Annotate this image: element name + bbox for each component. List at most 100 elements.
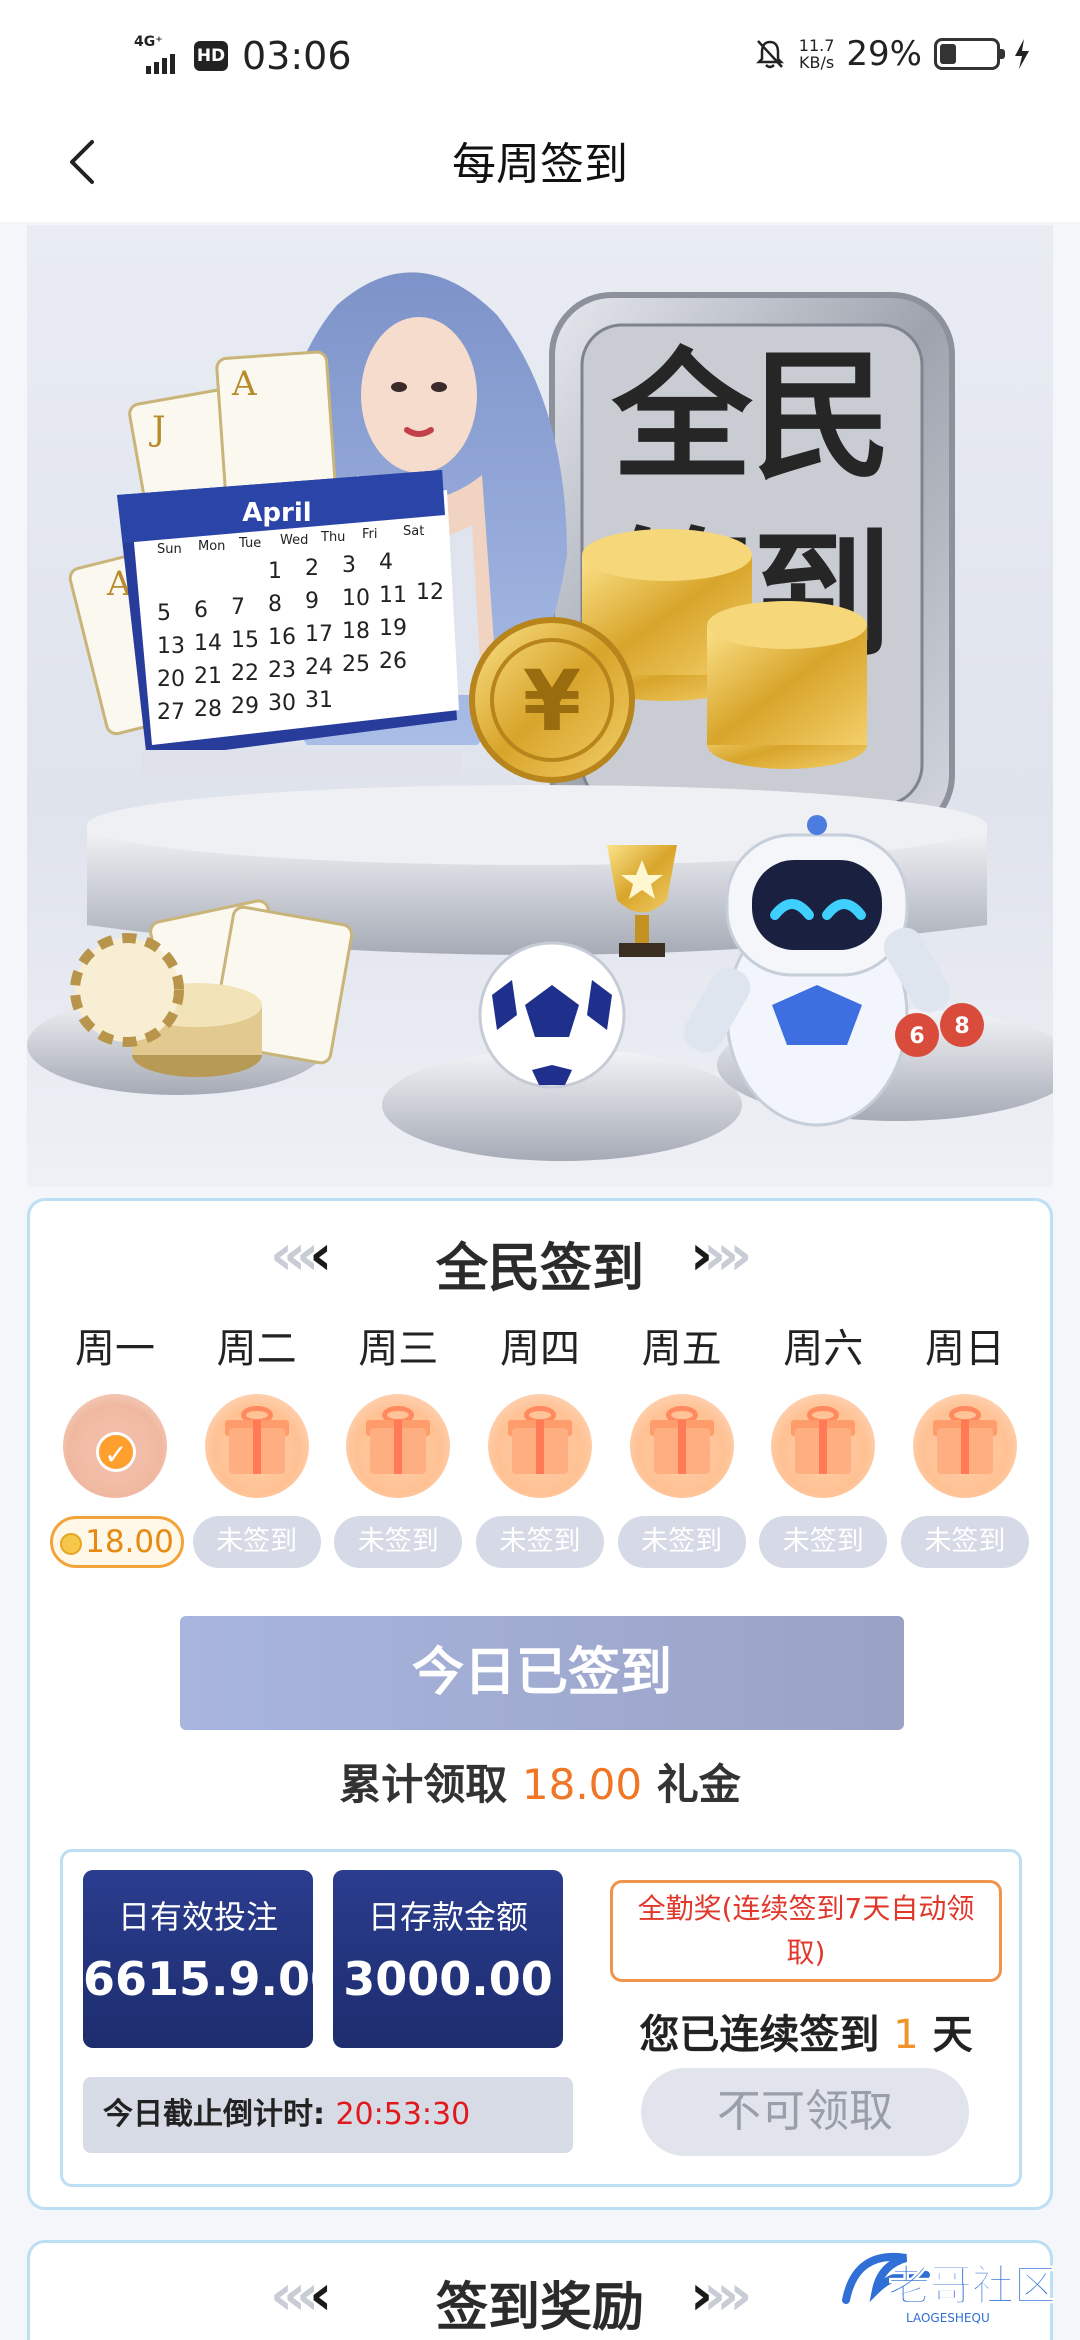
gift-box-icon	[487, 1394, 592, 1498]
daily-bet-label: 日有效投注	[117, 1898, 278, 1936]
speed-unit: KB/s	[799, 53, 835, 72]
daily-deposit-value: 3000.00	[343, 1952, 553, 2006]
day-label: 周三	[358, 1326, 439, 1372]
daily-deposit-label: 日存款金额	[367, 1898, 528, 1936]
calendar-day: 10	[342, 586, 370, 611]
navigation-bar: 每周签到	[0, 110, 1080, 222]
day-monday[interactable]: 周一 ✓ 18.00	[50, 1316, 184, 1568]
day-status-badge: 未签到	[334, 1516, 463, 1568]
lottery-ball-2: 8	[954, 1014, 969, 1039]
calendar-day: 8	[268, 592, 282, 617]
status-bar: 4G⁺ HD 03:06 11.7 KB/s 29%	[0, 0, 1080, 110]
status-time: 03:06	[242, 34, 352, 78]
banner-headline-1: 全民	[611, 336, 892, 499]
calendar-weekday: Fri	[362, 527, 378, 542]
battery-icon	[934, 38, 1005, 70]
svg-text:J: J	[149, 409, 166, 449]
countdown-value: 20:53:30	[335, 2097, 471, 2132]
daily-bet-card: 日有效投注 6615.9.00	[83, 1870, 313, 2048]
banner-illustration: 全民 签到 A J A April SunMonTueWedTh	[27, 272, 1053, 1161]
network-type: 4G⁺	[134, 34, 163, 50]
signed-today-button[interactable]: 今日已签到	[180, 1616, 904, 1730]
day-wednesday[interactable]: 周三 未签到	[333, 1316, 463, 1568]
calendar-day: 24	[305, 655, 333, 680]
total-prefix: 累计领取	[339, 1760, 508, 1809]
calendar-weekday: Sat	[403, 524, 424, 539]
calendar-weekday: Thu	[320, 530, 345, 545]
svg-text:A: A	[231, 364, 257, 404]
calendar-day: 9	[305, 589, 319, 614]
calendar-day: 15	[231, 628, 259, 653]
rewards-right-arrows-icon: ››››	[690, 2263, 752, 2328]
day-reward-badge: 18.00	[50, 1516, 184, 1568]
total-suffix: 礼金	[656, 1760, 741, 1809]
lottery-ball-1: 6	[909, 1024, 924, 1049]
watermark-text: 老哥社区	[888, 2261, 1056, 2310]
total-claimed-summary: 累计领取 18.00 礼金	[30, 1751, 1050, 1812]
silent-mode-icon	[755, 40, 784, 69]
calendar-day: 4	[379, 550, 393, 575]
countdown-bar: 今日截止倒计时: 20:53:30	[83, 2077, 573, 2153]
calendar-day: 29	[231, 694, 259, 719]
watermark-subtext: LAOGESHEQU	[906, 2311, 990, 2325]
calendar-day: 16	[268, 625, 296, 650]
streak-summary: 您已连续签到 1 天	[610, 2002, 1002, 2060]
calendar-weekday: Wed	[280, 533, 308, 548]
calendar-day: 17	[305, 622, 333, 647]
status-right: 11.7 KB/s 29%	[753, 34, 1032, 74]
calendar-day: 31	[305, 688, 333, 713]
checkmark-icon: ✓	[96, 1432, 136, 1472]
day-label: 周二	[216, 1326, 297, 1372]
day-status-badge: 未签到	[900, 1516, 1029, 1568]
day-sunday[interactable]: 周日 未签到	[900, 1316, 1030, 1568]
calendar-day: 30	[268, 691, 296, 716]
battery-percentage: 29%	[846, 34, 922, 74]
calendar-day: 20	[157, 667, 185, 692]
charging-icon	[1015, 39, 1029, 69]
calendar-day: 2	[305, 556, 319, 581]
calendar-day: 11	[379, 583, 407, 608]
day-label: 周一	[75, 1326, 155, 1372]
title-right-arrows-icon: ››››	[690, 1223, 752, 1288]
day-thursday[interactable]: 周四 未签到	[475, 1316, 605, 1568]
calendar-day: 27	[157, 700, 185, 725]
day-friday[interactable]: 周五 未签到	[617, 1316, 747, 1568]
calendar-day: 22	[231, 661, 259, 686]
stats-panel: 日有效投注 6615.9.00 日存款金额 3000.00 今日截止倒计时: 2…	[60, 1849, 1022, 2187]
svg-text:¥: ¥	[523, 652, 581, 750]
calendar-day: 7	[231, 595, 245, 620]
day-saturday[interactable]: 周六 未签到	[758, 1316, 888, 1568]
calendar-weekday: Sun	[157, 542, 182, 557]
gift-box-icon	[629, 1394, 734, 1498]
calendar-day: 21	[194, 664, 222, 689]
cellular-signal-icon: 4G⁺	[134, 32, 190, 80]
calendar-day: 19	[379, 616, 407, 641]
day-label: 周日	[924, 1326, 1005, 1372]
calendar-weekday: Tue	[238, 536, 261, 551]
streak-value: 1	[893, 2012, 919, 2058]
calendar-day: 12	[416, 580, 444, 605]
day-status-badge: 未签到	[192, 1516, 321, 1568]
promo-banner: 全民 签到 A J A April SunMonTueWedTh	[27, 225, 1053, 1187]
calendar-day: 5	[157, 601, 171, 626]
total-value: 18.00	[521, 1760, 643, 1809]
gift-box-icon	[912, 1394, 1017, 1498]
gift-box-icon	[346, 1394, 451, 1498]
battery-fill	[940, 44, 956, 64]
speed-value: 11.7	[798, 36, 835, 55]
calendar-day: 1	[268, 559, 282, 584]
countdown-label: 今日截止倒计时:	[103, 2097, 325, 2132]
calendar-day: 3	[342, 553, 356, 578]
calendar-day: 13	[157, 634, 185, 659]
day-tuesday[interactable]: 周二 未签到	[192, 1316, 322, 1568]
streak-prefix: 您已连续签到	[639, 2012, 880, 2058]
hd-voice-icon: HD	[194, 41, 228, 71]
day-status-badge: 未签到	[759, 1516, 888, 1568]
red-envelope-icon: ✓	[63, 1394, 167, 1498]
day-reward-value: 18.00	[85, 1524, 174, 1560]
calendar-month: April	[242, 498, 311, 528]
calendar-day: 26	[379, 649, 407, 674]
claim-bonus-button[interactable]: 不可领取	[641, 2068, 969, 2156]
gift-box-icon	[204, 1394, 309, 1498]
coin-icon	[60, 1532, 83, 1555]
